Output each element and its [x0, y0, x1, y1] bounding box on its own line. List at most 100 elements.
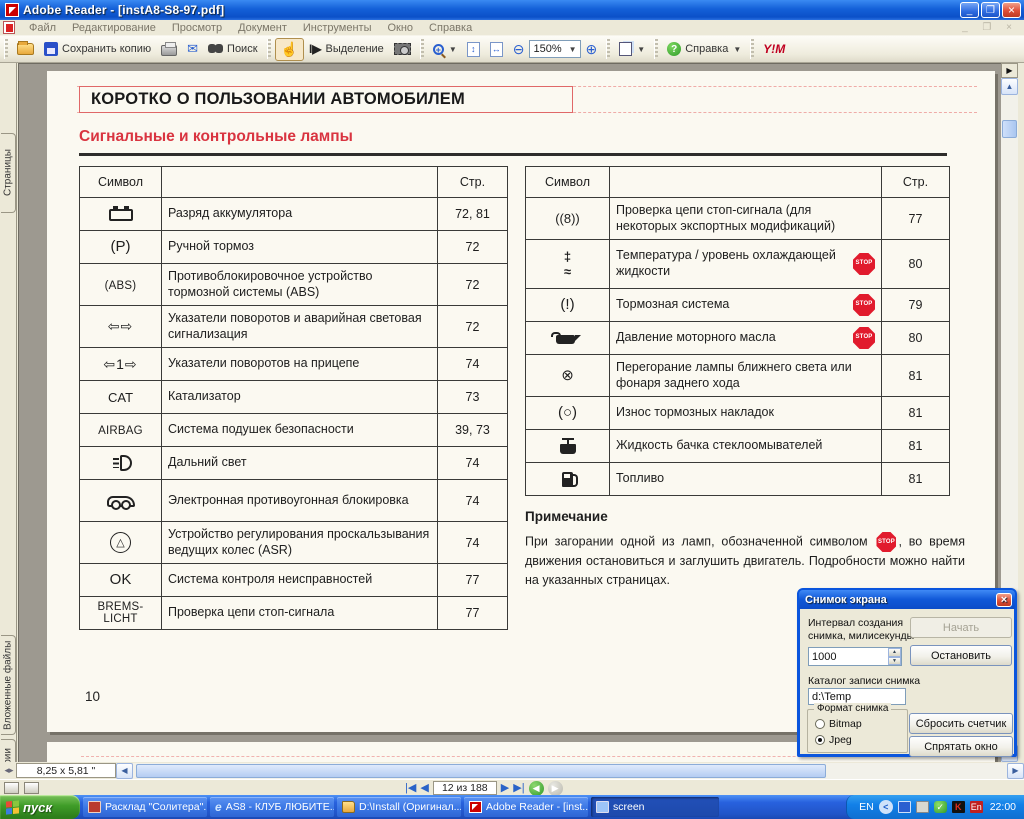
dialog-close-button[interactable]: × [996, 593, 1012, 607]
symbol-column-header: Символ [80, 167, 162, 198]
magnifier-plus-icon: + [433, 44, 444, 55]
taskbar-item-explorer[interactable]: D:\Install (Оригинал... [337, 797, 461, 817]
toolbar-grip[interactable] [606, 39, 610, 59]
radio-selected-icon[interactable] [815, 735, 825, 745]
taskbar-item-adobe-reader[interactable]: Adobe Reader - [inst... [464, 797, 588, 817]
scroll-right-button[interactable]: ▶ [1007, 763, 1024, 779]
select-tool-button[interactable]: I▶ Выделение [304, 38, 389, 61]
open-button[interactable] [12, 38, 39, 61]
previous-page-button[interactable]: ◀ [420, 782, 428, 795]
reset-counter-button[interactable]: Сбросить счетчик [909, 713, 1013, 734]
horizontal-scroll-thumb[interactable] [136, 764, 826, 778]
high-beam-icon [120, 455, 132, 471]
adobe-reader-icon [469, 801, 482, 813]
toolbar-grip[interactable] [420, 39, 424, 59]
zoom-out-button[interactable]: ⊖ [508, 38, 530, 61]
yahoo-messenger-button[interactable]: Y!M [758, 38, 790, 61]
page-number-indicator[interactable]: 12 из 188 [433, 781, 497, 795]
search-button[interactable]: Поиск [203, 38, 262, 61]
menu-window[interactable]: Окно [379, 21, 421, 35]
format-jpeg-radio[interactable]: Jpeg [815, 734, 852, 746]
start-label: пуск [23, 800, 52, 815]
snapshot-button[interactable] [389, 38, 416, 61]
dialog-title-bar[interactable]: Снимок экрана × [799, 590, 1015, 609]
taskbar-item-browser[interactable]: e AS8 - КЛУБ ЛЮБИТЕ... [210, 797, 334, 817]
brake-warning-icon: (!) [560, 297, 574, 313]
page-layout-button[interactable]: ▼ [614, 38, 650, 61]
hand-tool-button[interactable]: ☝ [275, 38, 304, 61]
last-page-button[interactable]: ▶| [513, 782, 524, 795]
table-row: Жидкость бачка стеклоомывателей 81 [526, 430, 950, 463]
format-bitmap-radio[interactable]: Bitmap [815, 718, 862, 730]
menu-tools[interactable]: Инструменты [295, 21, 380, 35]
fit-page-button[interactable]: ↕ [462, 38, 485, 61]
email-button[interactable]: ✉ [182, 38, 203, 61]
close-button[interactable]: × [1002, 2, 1021, 18]
kaspersky-icon[interactable]: K [952, 801, 965, 813]
antivirus-shield-icon[interactable]: ✓ [934, 801, 947, 813]
toolbar-grip[interactable] [4, 39, 8, 59]
task-window-icon[interactable] [916, 801, 929, 813]
vertical-scroll-thumb[interactable] [1002, 120, 1017, 138]
document-window-controls[interactable]: _ ❐ × [962, 22, 1018, 33]
start-button[interactable]: пуск [0, 795, 80, 819]
taskbar-item-screen[interactable]: screen [591, 797, 719, 817]
table-row: (P) Ручной тормоз 72 [80, 231, 508, 264]
menu-help[interactable]: Справка [421, 21, 480, 35]
menu-file[interactable]: Файл [21, 21, 64, 35]
single-page-view-icon[interactable] [4, 782, 19, 794]
toolbar-grip[interactable] [654, 39, 658, 59]
display-settings-icon[interactable] [898, 801, 911, 813]
brems-licht-icon: BREMS- LICHT [98, 601, 144, 625]
table-row: ‡ ≈ Температура / уровень охлаждающей жи… [526, 240, 950, 289]
menu-edit[interactable]: Редактирование [64, 21, 164, 35]
table-row: CAT Катализатор 73 [80, 381, 508, 414]
next-page-button[interactable]: ▶ [501, 782, 509, 795]
keyboard-layout-icon[interactable]: En [970, 801, 983, 813]
table-row: Электронная противоугонная блокировка 74 [80, 480, 508, 522]
table-row: ((8)) Проверка цепи стоп-сигнала (для не… [526, 198, 950, 240]
minimize-button[interactable]: _ [960, 2, 979, 18]
fit-height-icon: ↕ [467, 42, 480, 57]
first-page-button[interactable]: |◀ [405, 782, 416, 795]
zoom-in-button[interactable]: ⊕ [581, 38, 603, 61]
pane-splitter-icon[interactable]: ◂▸ [2, 764, 16, 777]
save-copy-button[interactable]: Сохранить копию [39, 38, 156, 61]
fit-width-button[interactable]: ↔ [485, 38, 508, 61]
zoom-level-combo[interactable]: 150% ▼ [529, 40, 580, 58]
description-column-header [162, 167, 438, 198]
tray-collapse-icon[interactable]: < [879, 800, 893, 814]
dialog-title: Снимок экрана [805, 594, 887, 606]
tab-attachments[interactable]: Вложенные файлы [1, 635, 16, 735]
next-view-button[interactable]: ▶ [548, 781, 563, 796]
help-button[interactable]: ? Справка ▼ [662, 38, 746, 61]
section-rule [79, 153, 947, 156]
start-capture-button[interactable]: Начать [910, 617, 1012, 638]
zoom-tool-button[interactable]: +▼ [428, 38, 462, 61]
hide-window-button[interactable]: Спрятать окно [909, 736, 1013, 757]
previous-view-button[interactable]: ◀ [529, 781, 544, 796]
continuous-view-icon[interactable] [24, 782, 39, 794]
toolbar-grip[interactable] [267, 39, 271, 59]
scroll-up-button[interactable]: ▲ [1001, 78, 1018, 95]
table-header-row: Символ Стр. [526, 167, 950, 198]
tab-pages[interactable]: Страницы [1, 133, 16, 213]
print-button[interactable] [156, 38, 182, 61]
article-menu-button[interactable]: ▶ [1001, 63, 1018, 78]
spin-down-icon[interactable]: ▼ [888, 657, 901, 666]
taskbar-item-solitaire[interactable]: Расклад "Солитера"... [83, 797, 207, 817]
spinner-buttons[interactable]: ▲▼ [888, 648, 901, 665]
menu-view[interactable]: Просмотр [164, 21, 230, 35]
screenshot-dialog: Снимок экрана × Интервал создания снимка… [797, 588, 1017, 757]
bulb-failure-icon: ⊗ [561, 368, 574, 384]
scroll-left-button[interactable]: ◀ [116, 763, 133, 779]
spin-up-icon[interactable]: ▲ [888, 648, 901, 657]
taskbar-clock[interactable]: 22:00 [990, 801, 1016, 813]
menu-document[interactable]: Документ [230, 21, 295, 35]
radio-icon[interactable] [815, 719, 825, 729]
horizontal-scroll-track[interactable] [133, 763, 1007, 779]
stop-capture-button[interactable]: Остановить [910, 645, 1012, 666]
language-indicator[interactable]: EN [859, 801, 874, 813]
restore-button[interactable]: ❐ [981, 2, 1000, 18]
toolbar-grip[interactable] [750, 39, 754, 59]
